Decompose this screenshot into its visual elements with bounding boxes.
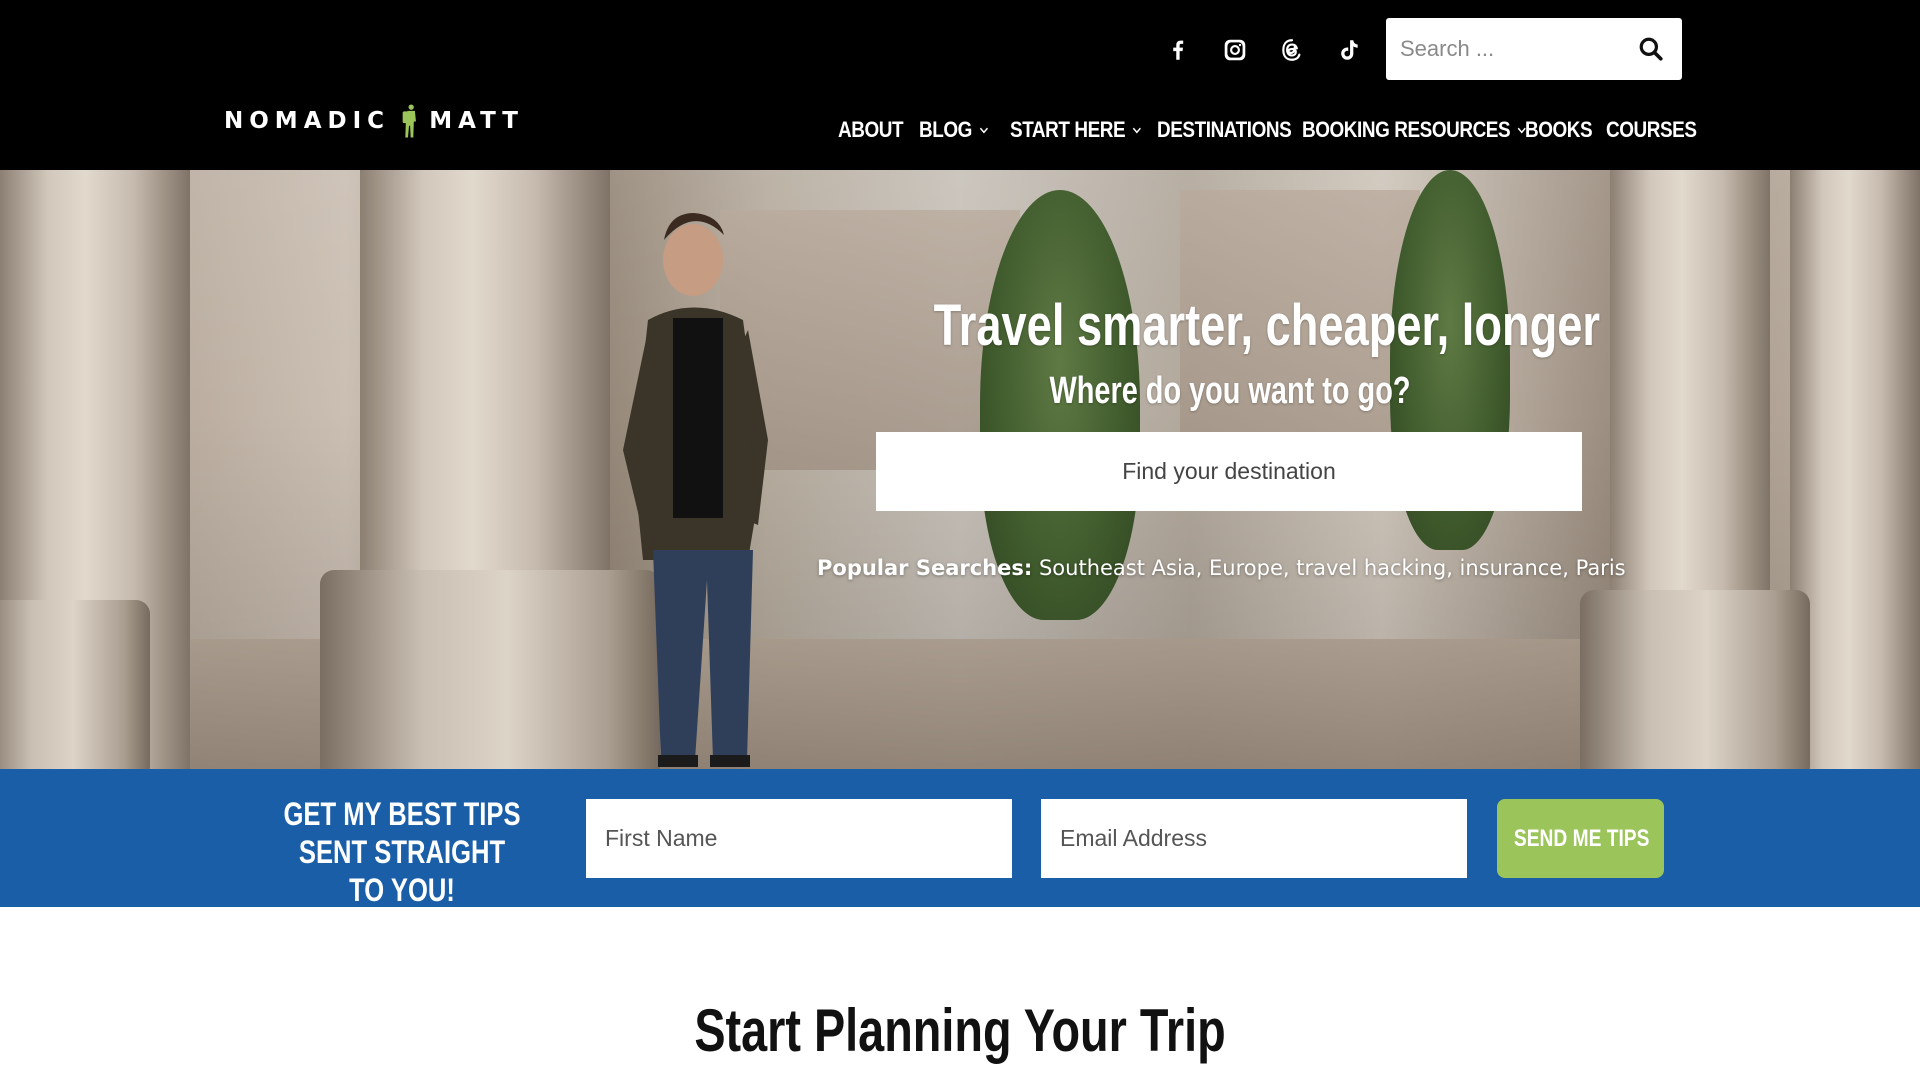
- nav-books-label: BOOKS: [1525, 117, 1593, 142]
- nav-books[interactable]: BOOKS: [1525, 110, 1593, 150]
- newsletter-signup-bar: GET MY BEST TIPS SENT STRAIGHT TO YOU! S…: [0, 769, 1920, 908]
- email-field[interactable]: [1041, 799, 1467, 878]
- nav-start-here[interactable]: START HERE: [1010, 110, 1142, 150]
- nav-courses-label: COURSES: [1606, 117, 1697, 142]
- signup-heading: GET MY BEST TIPS SENT STRAIGHT TO YOU!: [283, 796, 521, 908]
- nav-destinations[interactable]: DESTINATIONS: [1157, 110, 1292, 150]
- facebook-icon[interactable]: [1158, 30, 1198, 70]
- popular-searches: Popular Searches: Southeast Asia, Europe…: [817, 556, 1626, 580]
- nav-blog-label: BLOG: [919, 117, 972, 142]
- chevron-down-icon: [979, 127, 988, 134]
- chevron-down-icon: [1132, 127, 1141, 134]
- hero-section: Travel smarter, cheaper, longer Where do…: [0, 170, 1920, 769]
- popular-search-link[interactable]: Europe: [1209, 556, 1283, 580]
- search-icon[interactable]: [1638, 36, 1664, 62]
- send-me-tips-label: SEND ME TIPS: [1513, 824, 1650, 852]
- send-me-tips-button[interactable]: SEND ME TIPS: [1497, 799, 1664, 878]
- hero-column-base: [1580, 590, 1810, 769]
- destination-search-input[interactable]: [876, 432, 1582, 511]
- nav-about-label: ABOUT: [838, 117, 904, 142]
- nav-destinations-label: DESTINATIONS: [1157, 117, 1292, 142]
- search-input[interactable]: [1386, 18, 1626, 80]
- nav-booking-resources-label: BOOKING RESOURCES: [1302, 117, 1511, 142]
- separator: ,: [1446, 556, 1460, 580]
- hero-title: Travel smarter, cheaper, longer: [933, 293, 1600, 358]
- popular-search-link[interactable]: insurance: [1460, 556, 1563, 580]
- traveler-photo: [623, 213, 768, 767]
- hero-column-base: [0, 600, 150, 769]
- tiktok-icon[interactable]: [1329, 30, 1369, 70]
- threads-icon[interactable]: [1272, 30, 1312, 70]
- nav-start-here-label: START HERE: [1010, 117, 1126, 142]
- main-nav: ABOUT BLOG START HERE DESTINATIONS BOOKI…: [0, 110, 1920, 150]
- hero-subtitle: Where do you want to go?: [1049, 370, 1411, 412]
- nav-booking-resources[interactable]: BOOKING RESOURCES: [1302, 110, 1527, 150]
- popular-search-link[interactable]: Southeast Asia: [1039, 556, 1196, 580]
- section-title: Start Planning Your Trip: [694, 997, 1226, 1064]
- instagram-icon[interactable]: [1215, 30, 1255, 70]
- popular-search-link[interactable]: Paris: [1576, 556, 1626, 580]
- separator: ,: [1562, 556, 1576, 580]
- first-name-field[interactable]: [586, 799, 1012, 878]
- search-box: [1386, 18, 1682, 80]
- popular-searches-label: Popular Searches:: [817, 556, 1033, 580]
- nav-about[interactable]: ABOUT: [838, 110, 904, 150]
- popular-search-link[interactable]: travel hacking: [1296, 556, 1446, 580]
- separator: ,: [1195, 556, 1210, 580]
- separator: ,: [1282, 556, 1297, 580]
- site-header: NOMADIC MATT ABOUT BLOG START HERE: [0, 0, 1920, 170]
- nav-courses[interactable]: COURSES: [1606, 110, 1697, 150]
- nav-blog[interactable]: BLOG: [919, 110, 988, 150]
